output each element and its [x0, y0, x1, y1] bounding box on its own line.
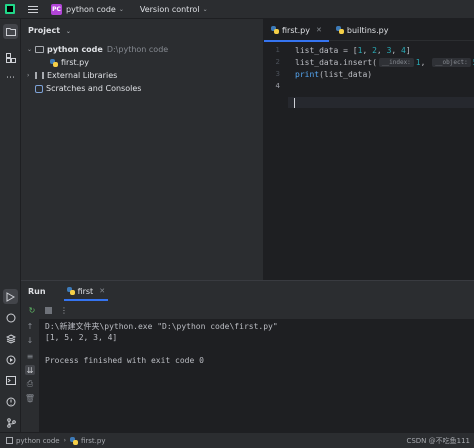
run-tab-first[interactable]: first ✕ [63, 281, 109, 301]
project-name: python code [66, 4, 116, 14]
status-bar: python code › first.py CSDN @不吃鱼111 [0, 432, 474, 448]
services-icon[interactable] [3, 352, 18, 367]
chevron-down-icon: ⌄ [27, 46, 33, 53]
line-number: 2 [275, 58, 280, 66]
terminal-icon[interactable] [3, 373, 18, 388]
chevron-right-icon: › [27, 72, 30, 79]
scratches-icon [35, 84, 43, 93]
vcs-label: Version control [139, 4, 200, 14]
python-file-icon [335, 26, 344, 34]
root-folder-name: python code [47, 45, 103, 54]
tree-root-folder[interactable]: ⌄ python code D:\python code [27, 43, 168, 56]
soft-wrap-icon[interactable]: ≡ [25, 351, 35, 361]
line-number: 4 [275, 82, 280, 90]
chevron-right-icon: › [63, 437, 66, 444]
watermark-text: CSDN @不吃鱼111 [406, 437, 470, 445]
console-line: [1, 5, 2, 3, 4] [45, 333, 118, 342]
text-caret [294, 98, 295, 108]
python-file-icon [271, 26, 279, 34]
chevron-down-icon: ⌄ [65, 28, 71, 35]
layers-icon[interactable] [3, 331, 18, 346]
root-folder-path: D:\python code [106, 45, 169, 54]
vcs-selector[interactable]: Version control ⌄ [136, 0, 208, 19]
number-literal: 1 [357, 45, 363, 55]
python-file-icon [70, 436, 78, 445]
code-line-1: list_data = [1, 2, 3, 4] [295, 45, 411, 55]
tab-builtins-py[interactable]: builtins.py [329, 19, 396, 41]
tree-scratches[interactable]: Scratches and Consoles [35, 82, 141, 95]
editor-tabs: first.py ✕ builtins.py [264, 19, 474, 42]
chevron-down-icon: ⌄ [202, 5, 208, 13]
code-token: list_data.insert( [295, 57, 377, 67]
number-literal: 2 [372, 45, 377, 55]
project-square-icon [6, 437, 13, 444]
file-name: first.py [61, 58, 89, 67]
trash-icon[interactable]: 🗑 [25, 393, 35, 403]
arrow-down-icon[interactable]: ↓ [25, 335, 35, 345]
console-line: D:\新建文件夹\python.exe "D:\python code\firs… [45, 322, 278, 331]
chevron-down-icon: ⌄ [118, 5, 124, 13]
run-panel-title: Run [28, 286, 46, 296]
more-vertical-icon[interactable]: ⋮ [59, 305, 69, 315]
main-menu-icon[interactable] [28, 5, 38, 13]
tab-label: builtins.py [346, 25, 389, 35]
number-literal: 3 [386, 45, 392, 55]
external-libraries-label: External Libraries [47, 71, 118, 80]
run-panel: Run first ✕ ↻ ⋮ ↑ ↓ ≡ ⇊ ⎙ 🗑 D:\新建文件夹\pyt… [21, 280, 474, 433]
run-panel-header: Run first ✕ [21, 281, 474, 301]
run-tab-label: first [77, 286, 94, 296]
line-number-gutter: 1 2 3 4 [264, 41, 288, 280]
tree-file-first-py[interactable]: first.py [50, 56, 89, 69]
python-file-icon [50, 58, 58, 67]
arrow-up-icon[interactable]: ↑ [25, 321, 35, 331]
python-console-icon[interactable] [3, 310, 18, 325]
print-icon[interactable]: ⎙ [25, 379, 35, 389]
python-file-icon [66, 287, 75, 295]
folder-icon [35, 46, 44, 53]
function-name: print [295, 69, 320, 79]
scroll-to-end-icon[interactable]: ⇊ [25, 365, 35, 375]
console-line: Process finished with exit code 0 [45, 356, 204, 365]
project-panel-label: Project [28, 26, 61, 35]
parameter-hint: __object: [432, 57, 471, 67]
left-tool-stripe: ⋯ [0, 19, 21, 432]
scratches-label: Scratches and Consoles [46, 84, 142, 93]
close-icon[interactable]: ✕ [316, 26, 322, 34]
title-bar: PC python code ⌄ Version control ⌄ [0, 0, 474, 19]
line-number: 3 [275, 70, 280, 78]
project-panel: Project ⌄ ⌄ python code D:\python code f… [21, 19, 264, 280]
code-line-2: list_data.insert(__index:1, __object:5) [295, 56, 474, 68]
code-token: ] [405, 45, 411, 55]
code-token: (list_data) [319, 69, 373, 79]
run-icon[interactable] [3, 289, 18, 304]
rerun-icon[interactable]: ↻ [27, 305, 37, 315]
pycharm-logo-icon [5, 4, 15, 14]
close-icon[interactable]: ✕ [99, 287, 105, 295]
breadcrumb-project[interactable]: python code [16, 437, 60, 445]
code-line-3: print (list_data) [295, 68, 372, 80]
tab-first-py[interactable]: first.py ✕ [264, 19, 329, 42]
library-icon [35, 72, 44, 79]
number-literal: 1 [415, 57, 421, 67]
structure-icon[interactable] [3, 50, 18, 65]
code-area[interactable]: list_data = [1, 2, 3, 4] list_data.inser… [295, 41, 474, 280]
code-token: list_data = [ [295, 45, 358, 55]
run-toolbar: ↻ ⋮ [21, 301, 474, 319]
more-icon[interactable]: ⋯ [3, 70, 18, 85]
tab-label: first.py [282, 25, 310, 35]
line-number: 1 [275, 46, 280, 54]
run-side-toolbar: ↑ ↓ ≡ ⇊ ⎙ 🗑 [21, 319, 39, 433]
editor-area: first.py ✕ builtins.py 1 2 3 4 list_data… [264, 19, 474, 280]
tree-external-libraries[interactable]: › External Libraries [27, 69, 117, 82]
project-selector[interactable]: python code ⌄ [62, 0, 124, 19]
problems-icon[interactable] [3, 394, 18, 409]
project-badge[interactable]: PC [51, 3, 62, 15]
project-panel-title[interactable]: Project ⌄ [28, 26, 71, 35]
stop-icon[interactable] [43, 305, 53, 315]
git-icon[interactable] [3, 415, 18, 430]
breadcrumb-file[interactable]: first.py [81, 437, 106, 445]
breadcrumb: python code › first.py [0, 436, 106, 445]
parameter-hint: __index: [378, 57, 414, 67]
project-folder-icon[interactable] [3, 24, 18, 39]
